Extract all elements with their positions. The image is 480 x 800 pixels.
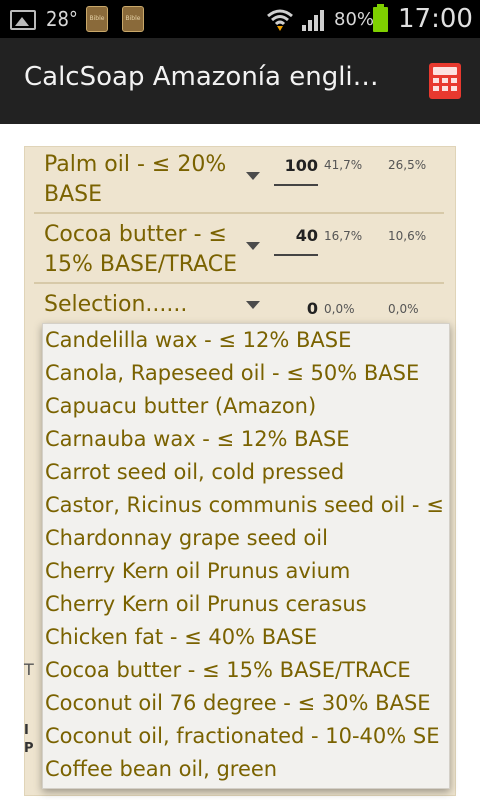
dropdown-option[interactable]: Coconut oil 76 degree - ≤ 30% BASE (45, 687, 449, 720)
oil-select[interactable]: Palm oil - ≤ 20% BASE (44, 150, 244, 210)
bible-app-icon: Bible (86, 6, 108, 32)
background-label-line: P (24, 741, 34, 756)
signal-icon (302, 10, 324, 31)
quantity-input[interactable]: 40 (274, 226, 318, 245)
dropdown-arrow-icon[interactable] (246, 242, 260, 250)
bible-app-icon: Bible (122, 6, 144, 32)
app-title: CalcSoap Amazonía engli… (24, 62, 379, 92)
background-label: I P (24, 722, 34, 758)
quantity-underline (274, 184, 318, 186)
percent-oil: 0,0% (324, 302, 355, 316)
percent-total: 0,0% (388, 302, 419, 316)
background-label: T (24, 660, 34, 679)
oil-select[interactable]: Cocoa butter - ≤ 15% BASE/TRACE (44, 220, 244, 280)
dropdown-option[interactable]: Capuacu butter (Amazon) (45, 390, 449, 423)
dropdown-option[interactable]: Carrot seed oil, cold pressed (45, 456, 449, 489)
quantity-input[interactable]: 100 (274, 156, 318, 175)
dropdown-option[interactable]: Chardonnay grape seed oil (45, 522, 449, 555)
oil-row[interactable]: Cocoa butter - ≤ 15% BASE/TRACE 40 16,7%… (34, 216, 444, 284)
dropdown-option[interactable]: Carnauba wax - ≤ 12% BASE (45, 423, 449, 456)
percent-oil: 16,7% (324, 229, 363, 243)
temperature: 28° (46, 7, 78, 31)
background-label-line: I (24, 723, 29, 738)
status-bar: 28° Bible Bible 80% 17:00 (0, 0, 480, 38)
oil-dropdown-list[interactable]: Candelilla wax - ≤ 12% BASE Canola, Rape… (42, 323, 450, 789)
dropdown-option[interactable]: Castor, Ricinus communis seed oil - ≤ (45, 489, 449, 522)
clock: 17:00 (398, 4, 473, 34)
dropdown-option[interactable]: Cherry Kern oil Prunus avium (45, 555, 449, 588)
battery-percent: 80% (334, 9, 375, 30)
dropdown-option[interactable]: Coconut oil, fractionated - 10-40% SE (45, 720, 449, 753)
percent-oil: 41,7% (324, 158, 363, 172)
quantity-underline (274, 254, 318, 256)
quantity-input[interactable]: 0 (274, 299, 318, 318)
oil-select[interactable]: Selection...... (44, 290, 244, 320)
battery-icon (373, 4, 388, 32)
oil-row[interactable]: Selection...... 0 0,0% 0,0% (34, 286, 444, 326)
percent-total: 10,6% (388, 229, 427, 243)
dropdown-arrow-icon[interactable] (246, 172, 260, 180)
dropdown-option[interactable]: Cherry Kern oil Prunus cerasus (45, 588, 449, 621)
dropdown-option[interactable]: Chicken fat - ≤ 40% BASE (45, 621, 449, 654)
dropdown-arrow-icon[interactable] (246, 301, 260, 309)
wifi-icon (267, 9, 293, 31)
oil-row[interactable]: Palm oil - ≤ 20% BASE 100 41,7% 26,5% (34, 146, 444, 214)
action-bar: CalcSoap Amazonía engli… (0, 38, 480, 124)
calculator-icon[interactable] (428, 62, 462, 100)
dropdown-option[interactable]: Candelilla wax - ≤ 12% BASE (45, 324, 449, 357)
dropdown-option[interactable]: Cocoa butter - ≤ 15% BASE/TRACE (45, 654, 449, 687)
percent-total: 26,5% (388, 158, 427, 172)
gallery-icon (10, 10, 36, 30)
dropdown-option[interactable]: Canola, Rapeseed oil - ≤ 50% BASE (45, 357, 449, 390)
dropdown-option[interactable]: Coffee bean oil, green (45, 753, 449, 786)
